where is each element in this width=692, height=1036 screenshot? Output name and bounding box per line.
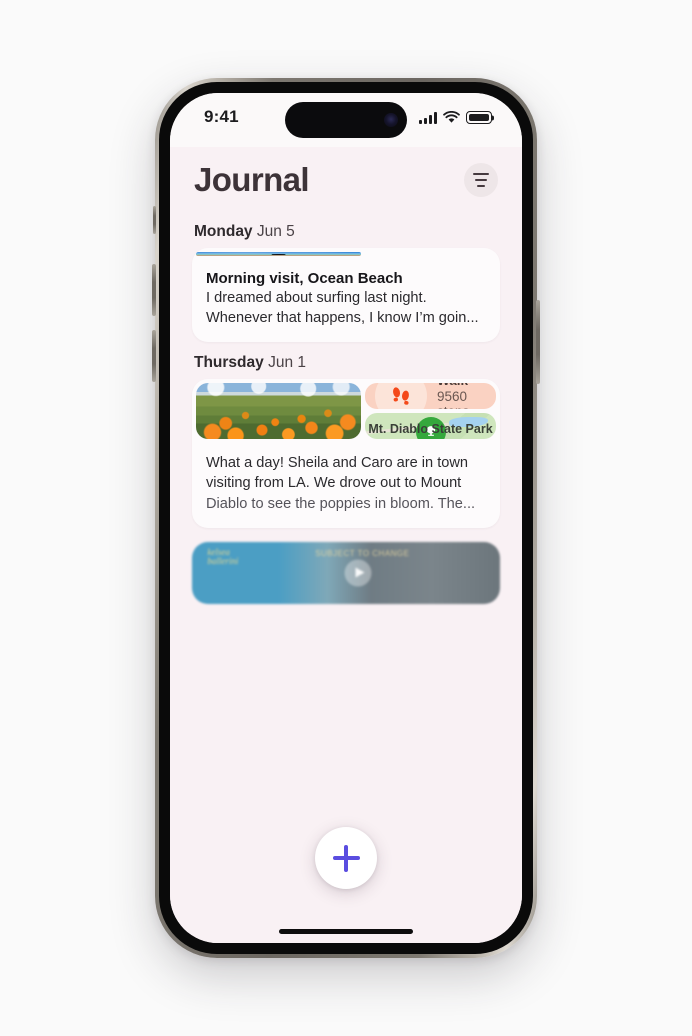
play-icon[interactable]: [344, 559, 372, 587]
entry-body: What a day! Sheila and Caro are in town …: [206, 453, 486, 513]
status-bar: 9:41: [170, 93, 522, 147]
poppy-field-photo[interactable]: [196, 383, 361, 440]
front-camera-icon: [384, 113, 398, 127]
home-indicator[interactable]: [279, 928, 413, 934]
journal-app: Journal Monday Jun 5 Morning visit, Ocea…: [170, 147, 522, 943]
walk-card-texts: Walk 9560 steps: [437, 383, 490, 409]
battery-icon: [466, 111, 492, 124]
date-dayofweek: Thursday: [194, 354, 264, 372]
date-header-thursday: Thursday Jun 1: [194, 354, 500, 372]
walk-card-subtitle: 9560 steps: [437, 389, 469, 409]
entry-body-line-1: I dreamed about surfing last night.: [206, 290, 427, 306]
status-indicators: [419, 110, 492, 124]
add-entry-button[interactable]: [315, 827, 377, 889]
surfer-figure: [271, 253, 286, 256]
wifi-icon: [443, 111, 460, 123]
video-caption-mid: SUBJECT TO CHANGE: [315, 549, 410, 559]
footprints-icon: [375, 383, 427, 410]
park-map-label: Mt. Diablo State Park: [368, 421, 493, 436]
media-tiles-column: Walk 9560 steps: [365, 383, 496, 440]
journal-entry-card[interactable]: DECODER RING SLATE: [192, 248, 500, 343]
entry-title: Morning visit, Ocean Beach: [206, 270, 403, 287]
entry-media-grid: DECODER RING SLATE: [192, 248, 500, 260]
video-caption-left: kelsea ballerini: [207, 546, 239, 567]
walk-card-title: Walk: [437, 383, 490, 388]
entry-media-grid: Walk 9560 steps: [192, 379, 500, 443]
date-number: Jun 5: [256, 223, 295, 240]
filter-icon[interactable]: [464, 163, 498, 197]
phone-bezel: 9:41 Journal Monday Jun 5 Morning visit,…: [159, 82, 533, 954]
entry-text-block: Morning visit, Ocean Beach I dreamed abo…: [192, 260, 500, 342]
entry-body-line-2: Whenever that happens, I know I’m goin..…: [206, 310, 479, 327]
date-dayofweek: Monday: [194, 223, 253, 240]
nav-bar: Journal: [170, 147, 522, 205]
power-button[interactable]: [536, 300, 540, 384]
entry-body-line-2: visiting from LA. We drove out to Mount: [206, 475, 462, 492]
walk-activity-card[interactable]: Walk 9560 steps: [365, 383, 496, 410]
phone-frame: 9:41 Journal Monday Jun 5 Morning visit,…: [152, 78, 540, 958]
date-number: Jun 1: [268, 354, 306, 372]
date-header-monday: Monday Jun 5: [194, 223, 500, 241]
dynamic-island: [285, 102, 407, 138]
cellular-signal-icon: [419, 112, 437, 124]
video-entry-partial[interactable]: kelsea ballerini SUBJECT TO CHANGE: [192, 541, 500, 604]
phone-screen: 9:41 Journal Monday Jun 5 Morning visit,…: [170, 93, 522, 943]
journal-entry-card[interactable]: Walk 9560 steps: [192, 379, 500, 528]
entry-body: I dreamed about surfing last night. When…: [206, 288, 486, 328]
plus-icon-horizontal: [332, 856, 360, 860]
mt-diablo-map-tile[interactable]: Mt. Diablo State Park: [365, 413, 496, 440]
silent-switch[interactable]: [152, 206, 156, 234]
beach-surfer-photo[interactable]: [196, 252, 361, 256]
volume-down-button[interactable]: [152, 330, 156, 382]
media-tiles-column: DECODER RING SLATE: [365, 252, 496, 256]
entry-body-line-1: What a day! Sheila and Caro are in town: [206, 455, 469, 472]
entry-text-block: What a day! Sheila and Caro are in town …: [192, 443, 500, 527]
status-time: 9:41: [204, 107, 239, 126]
volume-up-button[interactable]: [152, 264, 156, 316]
entry-body-line-3: Diablo to see the poppies in bloom. The.…: [206, 495, 476, 512]
page-title: Journal: [194, 161, 310, 198]
